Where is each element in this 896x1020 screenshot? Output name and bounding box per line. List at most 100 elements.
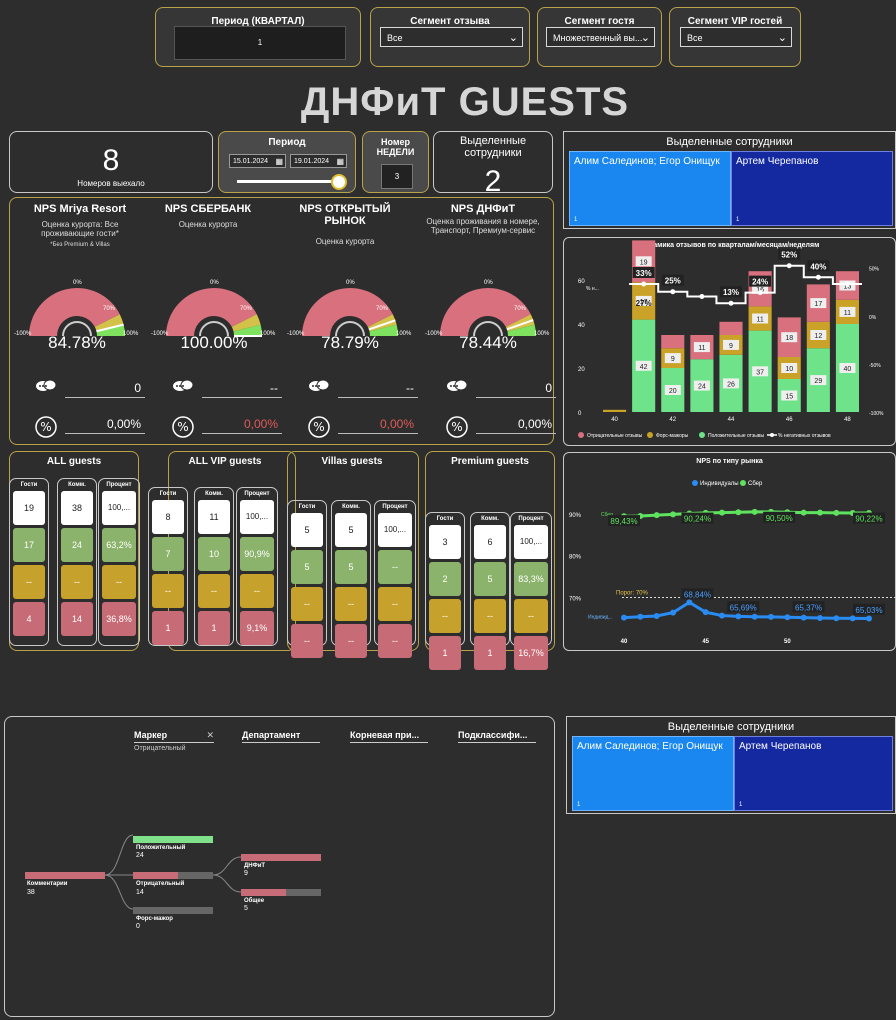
- tree-root-bar[interactable]: [25, 872, 105, 879]
- bar-label: 11: [756, 317, 763, 324]
- guest-group-0-title: ALL guests: [46, 456, 102, 467]
- data-label: 68,84%: [684, 590, 711, 599]
- guest-cell-percent-0: 100,...: [378, 513, 412, 547]
- percent-icon: %: [308, 416, 330, 438]
- guest-cell-percent-0: 100,...: [514, 525, 548, 559]
- guest-col-header: Комм.: [68, 482, 86, 488]
- tree-link: [104, 834, 134, 876]
- filter-review-segment-label: Сегмент отзыва: [410, 16, 490, 27]
- guest-segment-dropdown[interactable]: Множественный вы... ⌄: [546, 27, 655, 47]
- employee-cell-3-text: Алим Салединов; Егор Онищук: [577, 741, 723, 752]
- nps-2-comments: --: [338, 378, 418, 398]
- series-point: [653, 612, 660, 619]
- nps-1-title: NPS СБЕРБАНК: [164, 203, 252, 215]
- employees-bottom-card: Выделенные сотрудники Алим Салединов; Ег…: [566, 716, 896, 814]
- y-tick-right: -50%: [869, 363, 881, 369]
- guest-col-percent: Процент 100,... 63,2% -- 36,8%: [98, 478, 140, 646]
- series-point: [849, 615, 856, 622]
- guest-cell-comments-1: 5: [335, 550, 367, 584]
- guest-col-header: Гости: [298, 504, 316, 510]
- line-label: 24%: [752, 278, 768, 287]
- series-point: [653, 512, 660, 519]
- guest-col-header: Гости: [436, 516, 454, 522]
- y-tick-left: 0: [578, 411, 582, 417]
- x-tick: 45: [702, 639, 709, 645]
- y-tick: 70%: [569, 597, 582, 603]
- tree-node-dnfit-bar[interactable]: [241, 854, 321, 861]
- series-point: [637, 613, 644, 620]
- nps-0-percent: 0,00%: [65, 414, 145, 434]
- employee-cell-1-text: Алим Салединов; Егор Онищук: [574, 156, 720, 167]
- comments-icon: [446, 378, 468, 398]
- tree-node-negative-bar[interactable]: [133, 872, 213, 879]
- nps-market-chart: Индивидуалы Сбер 70% 80% 90% 40 45 50 Порог: 70%…: [569, 480, 896, 645]
- guest-col-header: Процент: [518, 516, 544, 522]
- y-tick: 80%: [569, 555, 582, 561]
- vip-segment-dropdown[interactable]: Все ⌄: [680, 27, 792, 47]
- gauge-tick-label: 70%: [103, 306, 116, 312]
- series-point: [719, 612, 725, 619]
- series-point: [751, 613, 758, 620]
- legend-marker: [692, 480, 698, 486]
- line-label: 13%: [723, 288, 739, 297]
- period-slider-track[interactable]: [237, 180, 339, 183]
- guest-col-percent: Процент 100,... 83,3% -- 16,7%: [510, 512, 552, 670]
- guest-col-percent: Процент 100,... 90,9% -- 9,1%: [236, 487, 278, 646]
- gauge-tick-label: 0%: [484, 280, 493, 286]
- filter-period-quarter: Период (КВАРТАЛ) 1: [155, 7, 361, 67]
- nps-1-subtitle: Оценка курорта: [178, 220, 238, 229]
- week-card: Номер НЕДЕЛИ 3: [362, 131, 429, 193]
- tree-node-force-bar[interactable]: [133, 907, 213, 914]
- nps-3-title: NPS ДНФиТ: [450, 203, 516, 215]
- percent-icon: %: [35, 416, 57, 438]
- tree-node-dnfit-value: 9: [244, 870, 248, 877]
- guest-col-guests: Гости 8 7 -- 1: [148, 487, 188, 646]
- calendar-icon[interactable]: ▦: [275, 155, 283, 169]
- period-start-input[interactable]: 15.01.2024 ▦: [229, 154, 286, 168]
- chevron-down-icon: ⌄: [640, 32, 650, 44]
- gauge-tick-label: 70%: [376, 306, 389, 312]
- x-tick: 40: [611, 417, 618, 423]
- guest-cell-guests-3: 4: [13, 602, 45, 636]
- guest-col-comments: Комм. 11 10 -- 1: [194, 487, 234, 646]
- guest-cell-guests-1: 2: [429, 562, 461, 596]
- nps-0-title: NPS Mriya Resort: [33, 203, 127, 215]
- legend-label: Форс-мажоры: [656, 433, 689, 439]
- employee-cell-1[interactable]: Алим Салединов; Егор Онищук 1: [569, 151, 731, 226]
- employee-cell-4[interactable]: Артем Черепанов 1: [734, 736, 893, 811]
- guest-col-header: Процент: [382, 504, 408, 510]
- line-label: 52%: [781, 251, 797, 260]
- period-quarter-slicer[interactable]: 1: [174, 26, 346, 60]
- review-segment-dropdown[interactable]: Все ⌄: [380, 27, 523, 47]
- x-tick: 44: [728, 417, 735, 423]
- kpi-rooms-label: Номеров выехало: [77, 179, 145, 188]
- employees-bottom-title: Выделенные сотрудники: [667, 721, 795, 733]
- guest-cell-comments-1: 10: [198, 537, 230, 571]
- x-tick: 40: [621, 639, 628, 645]
- period-end-input[interactable]: 19.01.2024 ▦: [290, 154, 347, 168]
- tree-node-positive-bar[interactable]: [133, 836, 213, 843]
- data-label: 89,43%: [610, 517, 637, 526]
- svg-text:%: %: [177, 420, 188, 434]
- guest-cell-comments-0: 38: [61, 491, 93, 525]
- guest-cell-guests-3: --: [291, 624, 323, 658]
- guest-cell-guests-1: 7: [152, 537, 184, 571]
- guest-col-header: Комм.: [205, 491, 223, 497]
- employee-cell-2[interactable]: Артем Черепанов 1: [731, 151, 893, 226]
- x-tick: 42: [669, 417, 676, 423]
- line-point: [757, 290, 763, 296]
- tree-node-positive-value: 24: [136, 852, 144, 859]
- bar-label: 11: [698, 345, 705, 352]
- employee-cell-2-text: Артем Черепанов: [736, 156, 819, 167]
- period-slider-handle[interactable]: [331, 174, 347, 190]
- employee-cell-3[interactable]: Алим Салединов; Егор Онищук 1: [572, 736, 734, 811]
- guest-col-header: Гости: [20, 482, 38, 488]
- vip-segment-value: Все: [687, 33, 703, 43]
- tree-node-general-bar[interactable]: [241, 889, 321, 896]
- guest-cell-percent-3: 16,7%: [514, 636, 548, 670]
- line-point: [641, 281, 647, 287]
- comments-icon: [35, 378, 57, 398]
- series-line: [623, 510, 869, 518]
- calendar-icon[interactable]: ▦: [336, 155, 344, 169]
- dynamics-chart-card: Динамика отзывов по кварталам/месяцам/не…: [563, 237, 896, 446]
